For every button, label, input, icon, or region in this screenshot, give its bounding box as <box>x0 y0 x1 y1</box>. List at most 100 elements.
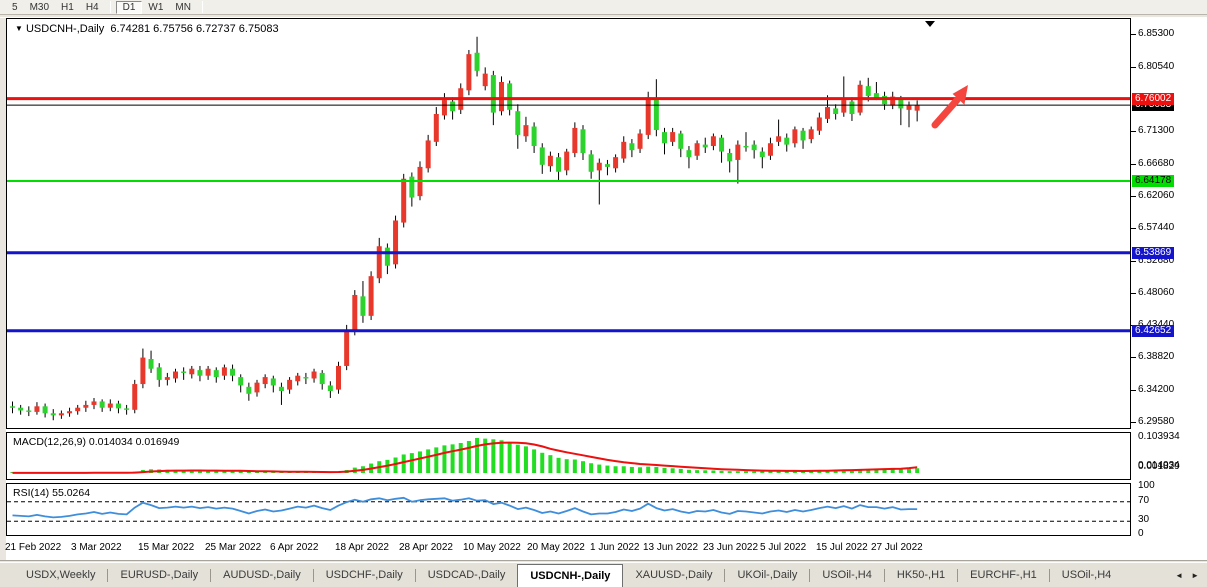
macd-hist-bar <box>679 469 683 473</box>
candle-down <box>238 377 243 385</box>
candle-up <box>434 114 439 142</box>
macd-hist-bar <box>516 445 520 473</box>
chart-workspace: ▼ USDCNH-,Daily 6.74281 6.75756 6.72737 … <box>6 18 1207 560</box>
timeframe-button-mn[interactable]: MN <box>169 1 197 14</box>
price-axis[interactable]: 6.853006.805406.713006.666806.620606.574… <box>1131 18 1207 560</box>
candle-down <box>686 150 691 157</box>
candle-down <box>51 413 56 415</box>
macd-hist-bar <box>671 468 675 473</box>
price-axis-label: 6.66680 <box>1138 158 1174 170</box>
date-label: 18 Apr 2022 <box>335 542 389 553</box>
macd-scale-top: 0.103934 <box>1138 431 1180 443</box>
candle-down <box>491 75 496 113</box>
tab-usoil-h4[interactable]: USOil-,H4 <box>810 563 884 587</box>
macd-hist-bar <box>622 466 626 473</box>
price-chart-panel[interactable]: ▼ USDCNH-,Daily 6.74281 6.75756 6.72737 … <box>6 18 1131 429</box>
timeframe-button-d1[interactable]: D1 <box>116 1 143 14</box>
candle-up <box>841 100 846 113</box>
candle-up <box>352 295 357 331</box>
rsi-scale-30: 30 <box>1138 514 1149 526</box>
candle-up <box>809 129 814 139</box>
macd-panel[interactable]: MACD(12,26,9) 0.014034 0.016949 <box>6 432 1131 480</box>
candle-up <box>132 384 137 410</box>
rsi-line <box>13 498 918 518</box>
timeframe-button-h4[interactable]: H4 <box>80 1 105 14</box>
macd-hist-bar <box>451 444 455 473</box>
macd-hist-bar <box>573 460 577 473</box>
candle-down <box>727 153 732 161</box>
candle-down <box>271 378 276 385</box>
timeframe-button-h1[interactable]: H1 <box>55 1 80 14</box>
timeframe-button-m30[interactable]: M30 <box>24 1 55 14</box>
candle-down <box>784 138 789 145</box>
macd-hist-bar <box>915 468 919 473</box>
tab-usoil-h4[interactable]: USOil-,H4 <box>1050 563 1124 587</box>
timeframe-button-5[interactable]: 5 <box>6 1 24 14</box>
tab-scroll-right-icon[interactable]: ► <box>1191 571 1199 580</box>
tab-ukoil-daily[interactable]: UKOil-,Daily <box>725 563 809 587</box>
price-axis-label: 6.29580 <box>1138 416 1174 428</box>
candle-up <box>564 152 569 171</box>
candle-down <box>849 101 854 114</box>
tab-usdx-weekly[interactable]: USDX,Weekly <box>14 563 107 587</box>
tab-eurusd-daily[interactable]: EURUSD-,Daily <box>108 563 210 587</box>
axis-tick <box>1131 261 1136 262</box>
candle-down <box>833 108 838 114</box>
tab-eurchf-h1[interactable]: EURCHF-,H1 <box>958 563 1049 587</box>
candle-down <box>157 367 162 380</box>
candle-down <box>507 83 512 109</box>
tab-usdcad-daily[interactable]: USDCAD-,Daily <box>416 563 518 587</box>
toolbar-separator <box>110 1 111 13</box>
macd-hist-bar <box>402 454 406 473</box>
tab-audusd-daily[interactable]: AUDUSD-,Daily <box>211 563 313 587</box>
level-price-tag: 6.53869 <box>1132 247 1174 259</box>
candle-down <box>149 359 154 369</box>
candle-up <box>344 330 349 366</box>
candle-down <box>303 377 308 378</box>
candle-up <box>621 142 626 159</box>
candle-up <box>442 100 447 115</box>
candle-up <box>613 157 618 168</box>
rsi-panel[interactable]: RSI(14) 55.0264 <box>6 483 1131 536</box>
candle-down <box>124 408 129 409</box>
macd-hist-bar <box>565 459 569 473</box>
macd-hist-bar <box>744 471 748 473</box>
candle-up <box>817 117 822 130</box>
tab-scroll-left-icon[interactable]: ◄ <box>1175 571 1183 580</box>
timeframe-button-w1[interactable]: W1 <box>142 1 169 14</box>
candlestick-chart[interactable] <box>7 19 1130 428</box>
candle-down <box>866 86 871 96</box>
candle-up <box>206 369 211 376</box>
macd-hist-bar <box>548 455 552 473</box>
candle-down <box>605 164 610 167</box>
tab-usdcnh-daily[interactable]: USDCNH-,Daily <box>517 564 623 587</box>
candle-up <box>34 406 39 412</box>
tab-hk50-h1[interactable]: HK50-,H1 <box>885 563 957 587</box>
macd-hist-bar <box>410 453 414 473</box>
date-label: 10 May 2022 <box>463 542 521 553</box>
date-axis[interactable]: 21 Feb 20223 Mar 202215 Mar 202225 Mar 2… <box>6 537 1207 560</box>
price-axis-label: 6.38820 <box>1138 351 1174 363</box>
chart-shift-marker-icon[interactable] <box>925 21 935 27</box>
candle-up <box>255 383 260 393</box>
candle-up <box>548 156 553 166</box>
candle-down <box>409 177 414 198</box>
axis-tick <box>1131 196 1136 197</box>
tab-usdchf-daily[interactable]: USDCHF-,Daily <box>314 563 415 587</box>
macd-hist-bar <box>540 453 544 473</box>
macd-hist-bar <box>508 442 512 473</box>
macd-hist-bar <box>418 451 422 473</box>
axis-tick <box>1131 422 1136 423</box>
price-axis-label: 6.80540 <box>1138 61 1174 73</box>
date-label: 20 May 2022 <box>527 542 585 553</box>
macd-hist-bar <box>581 461 585 473</box>
tab-xauusd-daily[interactable]: XAUUSD-,Daily <box>623 563 724 587</box>
axis-tick <box>1131 131 1136 132</box>
trend-arrow-shaft[interactable] <box>935 100 957 125</box>
date-label: 15 Jul 2022 <box>816 542 868 553</box>
candle-down <box>629 143 634 150</box>
macd-hist-bar <box>752 471 756 473</box>
candle-down <box>752 145 757 151</box>
macd-hist-bar <box>695 470 699 473</box>
candle-down <box>719 138 724 152</box>
